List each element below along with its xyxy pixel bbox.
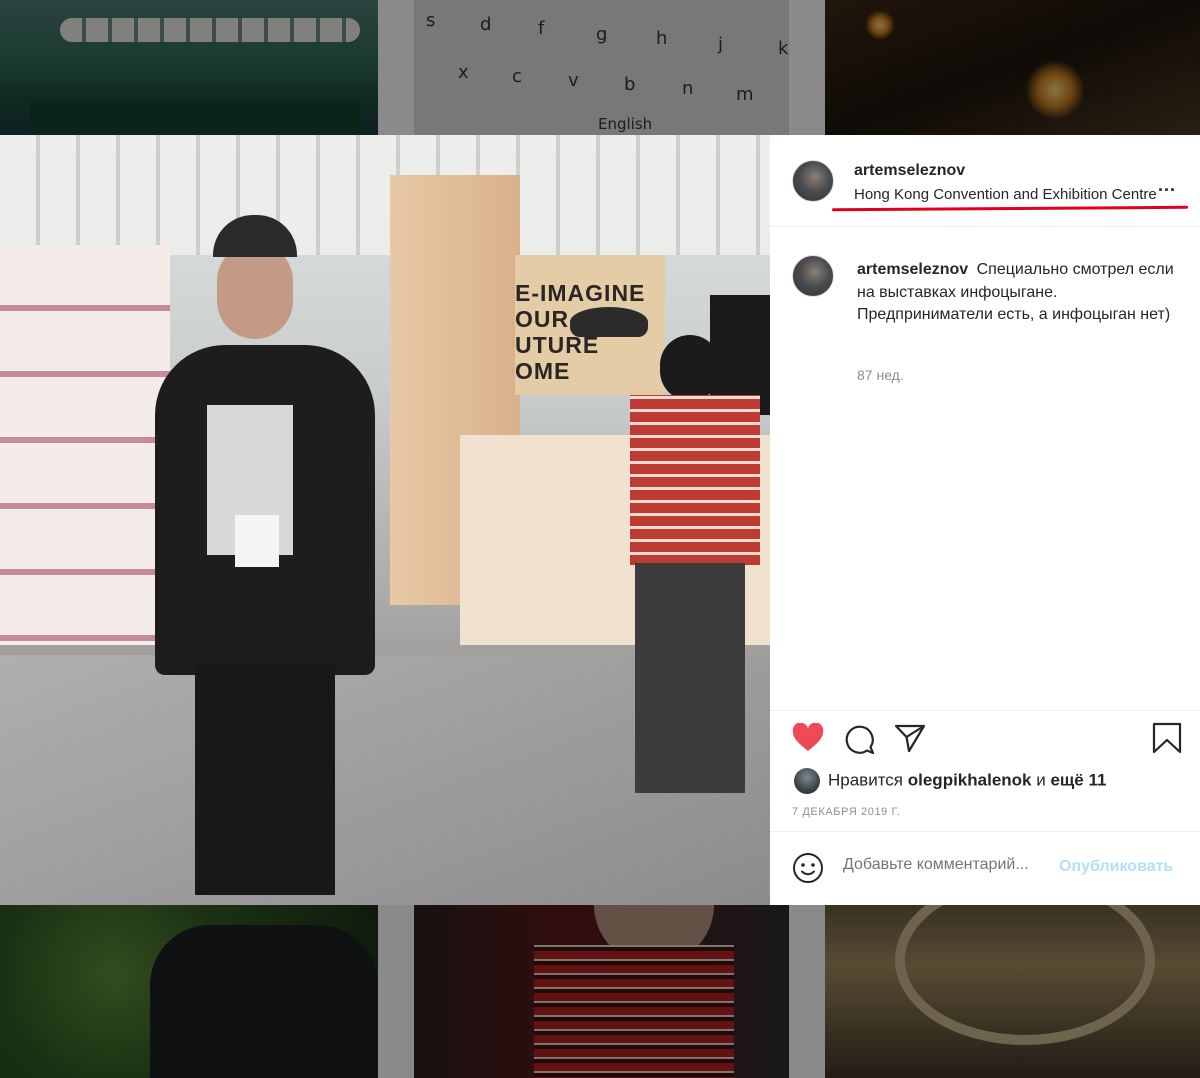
photo-cameraman xyxy=(620,335,770,795)
more-icon[interactable]: ... xyxy=(1158,175,1176,196)
caption-avatar[interactable] xyxy=(792,255,834,297)
likes-prefix: Нравится xyxy=(828,770,904,790)
overlay-dim xyxy=(0,0,378,135)
feed-tile-hall[interactable] xyxy=(825,905,1200,1078)
author-avatar[interactable] xyxy=(792,160,834,202)
overlay-dim xyxy=(0,905,378,1078)
likes-line: Нравится olegpikhalenok и ещё 11 xyxy=(794,768,1106,794)
liker-avatar[interactable] xyxy=(794,768,820,794)
person-badge xyxy=(235,515,279,567)
cameraman-shirt xyxy=(630,395,760,565)
heart-icon[interactable] xyxy=(792,723,824,753)
overlay-dim xyxy=(414,0,789,135)
comment-icon[interactable] xyxy=(843,723,875,755)
overlay-dim xyxy=(825,0,1200,135)
person-head xyxy=(217,243,293,339)
share-icon[interactable] xyxy=(894,723,926,753)
author-username[interactable]: artemseleznov xyxy=(854,162,965,180)
overlay-dim xyxy=(825,905,1200,1078)
person-legs xyxy=(195,665,335,895)
photo-ceiling xyxy=(0,135,770,255)
photo-lamp xyxy=(570,307,648,337)
comment-bar: Опубликовать xyxy=(770,831,1200,906)
post-modal: E-IMAGINE OUR UTURE OME artemseleznov Ho… xyxy=(0,135,1200,905)
annotation-underline xyxy=(831,205,1189,212)
cameraman-pants xyxy=(635,563,745,793)
feed-tile-selfie[interactable] xyxy=(414,905,789,1078)
post-photo[interactable]: E-IMAGINE OUR UTURE OME xyxy=(0,135,770,905)
caption-body: artemseleznov Специально смотрел если на… xyxy=(857,259,1187,327)
post-sidebar: artemseleznov Hong Kong Convention and E… xyxy=(770,135,1200,905)
feed-tile-plants[interactable] xyxy=(0,905,378,1078)
caption-username[interactable]: artemseleznov xyxy=(857,261,968,278)
post-date[interactable]: 7 ДЕКАБРЯ 2019 Г. xyxy=(792,806,900,818)
likes-more[interactable]: ещё 11 xyxy=(1050,770,1106,789)
person-cap xyxy=(213,215,297,257)
post-location[interactable]: Hong Kong Convention and Exhibition Cent… xyxy=(854,186,1157,203)
sign-line: E-IMAGINE xyxy=(515,280,646,306)
cameraman-head xyxy=(660,335,720,401)
likes-joiner: и xyxy=(1036,770,1046,790)
comment-input[interactable] xyxy=(843,856,1053,874)
feed-tile-night-city[interactable] xyxy=(825,0,1200,135)
feed-tile-ferry[interactable] xyxy=(0,0,378,135)
liker-username[interactable]: olegpikhalenok xyxy=(908,770,1032,789)
caption-time[interactable]: 87 нед. xyxy=(857,367,904,383)
photo-person xyxy=(155,215,375,895)
post-header: artemseleznov Hong Kong Convention and E… xyxy=(770,135,1200,227)
smile-icon[interactable] xyxy=(792,852,824,884)
photo-shelves xyxy=(0,245,170,645)
action-bar: Нравится olegpikhalenok и ещё 11 7 ДЕКАБ… xyxy=(770,710,1200,821)
bookmark-icon[interactable] xyxy=(1152,722,1182,754)
overlay-dim xyxy=(414,905,789,1078)
publish-button[interactable]: Опубликовать xyxy=(1059,858,1173,876)
feed-tile-keyboard[interactable]: s d f g h j k x c v b n m English xyxy=(414,0,789,135)
